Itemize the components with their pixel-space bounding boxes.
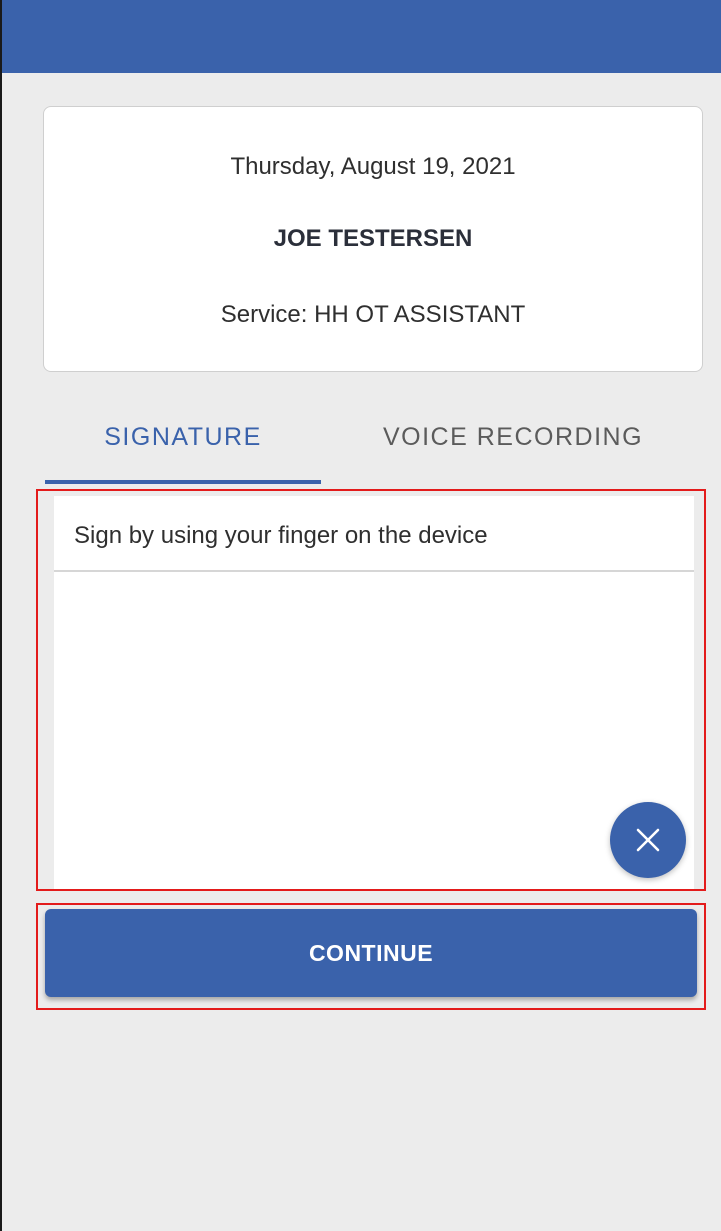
continue-button[interactable]: CONTINUE: [45, 909, 697, 997]
continue-frame: CONTINUE: [36, 903, 706, 1010]
client-name: JOE TESTERSEN: [273, 225, 473, 252]
signature-hint: Sign by using your finger on the device: [74, 522, 488, 549]
visit-info-card: Thursday, August 19, 2021 JOE TESTERSEN …: [43, 106, 703, 372]
tab-voice-recording[interactable]: VOICE RECORDING: [321, 400, 705, 484]
clear-signature-button[interactable]: [610, 802, 686, 878]
app-bar: [2, 0, 721, 73]
signature-box: Sign by using your finger on the device: [54, 496, 694, 889]
close-icon: [636, 828, 660, 852]
signature-panel: Sign by using your finger on the device: [36, 489, 706, 891]
service-label: Service: HH OT ASSISTANT: [220, 301, 526, 328]
visit-date: Thursday, August 19, 2021: [230, 153, 516, 180]
signature-canvas[interactable]: [54, 572, 694, 889]
tab-signature[interactable]: SIGNATURE: [45, 400, 321, 484]
